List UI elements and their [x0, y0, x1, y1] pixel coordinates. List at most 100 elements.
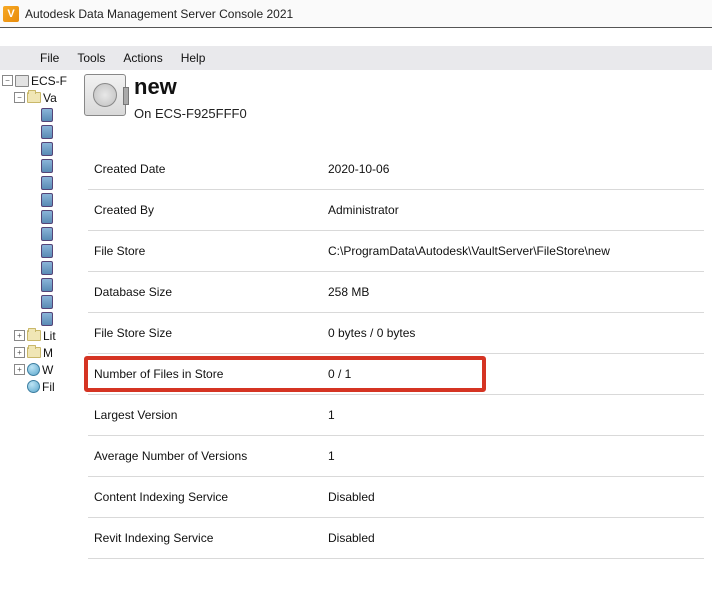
spacer-icon	[28, 296, 39, 307]
collapse-icon[interactable]: −	[2, 75, 13, 86]
page-title: new	[134, 74, 247, 100]
tree-item[interactable]	[0, 191, 78, 208]
vault-db-icon	[41, 125, 53, 139]
globe-icon	[27, 363, 40, 376]
app-icon: V	[3, 6, 19, 22]
tree-vaults[interactable]: − Va	[0, 89, 78, 106]
property-label: Largest Version	[88, 408, 328, 422]
vault-db-icon	[41, 159, 53, 173]
expand-icon[interactable]: +	[14, 364, 25, 375]
tree-libraries-label: Lit	[43, 329, 56, 343]
property-value: 1	[328, 449, 704, 463]
tree-item[interactable]	[0, 123, 78, 140]
tree-workflow-label: W	[42, 363, 53, 377]
tree-item[interactable]	[0, 106, 78, 123]
tree-item[interactable]	[0, 157, 78, 174]
spacer-icon	[28, 313, 39, 324]
titlebar: V Autodesk Data Management Server Consol…	[0, 0, 712, 28]
spacer-icon	[28, 160, 39, 171]
spacer-icon	[28, 211, 39, 222]
expand-icon[interactable]: +	[14, 330, 25, 341]
spacer-icon	[28, 245, 39, 256]
toolbar-spacer	[0, 28, 712, 46]
tree-item[interactable]	[0, 310, 78, 327]
property-row: Revit Indexing ServiceDisabled	[88, 518, 704, 559]
property-value: Disabled	[328, 531, 704, 545]
page-subtitle: On ECS-F925FFF0	[134, 106, 247, 121]
spacer-icon	[28, 143, 39, 154]
property-row: Database Size258 MB	[88, 272, 704, 313]
property-value: C:\ProgramData\Autodesk\VaultServer\File…	[328, 244, 704, 258]
vault-icon	[84, 74, 126, 116]
property-row: Number of Files in Store0 / 1	[88, 354, 704, 395]
spacer-icon	[28, 177, 39, 188]
title-stack: new On ECS-F925FFF0	[134, 74, 247, 121]
tree-workflow[interactable]: + W	[0, 361, 78, 378]
properties-list: Created Date2020-10-06Created ByAdminist…	[84, 149, 712, 559]
property-label: Created Date	[88, 162, 328, 176]
vault-db-icon	[41, 261, 53, 275]
vault-db-icon	[41, 108, 53, 122]
property-label: Database Size	[88, 285, 328, 299]
property-row: Created Date2020-10-06	[88, 149, 704, 190]
property-row: Content Indexing ServiceDisabled	[88, 477, 704, 518]
vault-db-icon	[41, 210, 53, 224]
spacer-icon	[28, 109, 39, 120]
property-label: Revit Indexing Service	[88, 531, 328, 545]
spacer-icon	[28, 194, 39, 205]
spacer-icon	[28, 279, 39, 290]
collapse-icon[interactable]: −	[14, 92, 25, 103]
tree-item[interactable]	[0, 174, 78, 191]
property-value: 258 MB	[328, 285, 704, 299]
menu-tools[interactable]: Tools	[69, 48, 113, 68]
server-icon	[15, 75, 29, 87]
tree-item[interactable]	[0, 225, 78, 242]
vault-db-icon	[41, 278, 53, 292]
property-value: 0 / 1	[328, 367, 704, 381]
property-value: 2020-10-06	[328, 162, 704, 176]
property-row: Average Number of Versions1	[88, 436, 704, 477]
menu-help[interactable]: Help	[173, 48, 214, 68]
tree-root[interactable]: − ECS-F	[0, 72, 78, 89]
property-label: File Store Size	[88, 326, 328, 340]
property-label: Created By	[88, 203, 328, 217]
folder-icon	[27, 330, 41, 341]
tree-item[interactable]	[0, 293, 78, 310]
vault-db-icon	[41, 176, 53, 190]
tree-item[interactable]	[0, 208, 78, 225]
property-value: 1	[328, 408, 704, 422]
globe-icon	[27, 380, 40, 393]
tree-management[interactable]: + M	[0, 344, 78, 361]
property-value: Administrator	[328, 203, 704, 217]
property-label: Content Indexing Service	[88, 490, 328, 504]
tree-item[interactable]	[0, 276, 78, 293]
tree-panel: − ECS-F − Va + Lit + M	[0, 70, 78, 614]
property-label: Number of Files in Store	[88, 367, 328, 381]
content-panel: new On ECS-F925FFF0 Created Date2020-10-…	[78, 70, 712, 614]
folder-icon	[27, 92, 41, 103]
expand-icon[interactable]: +	[14, 347, 25, 358]
tree-root-label: ECS-F	[31, 74, 67, 88]
property-label: Average Number of Versions	[88, 449, 328, 463]
tree-libraries[interactable]: + Lit	[0, 327, 78, 344]
tree-item[interactable]	[0, 140, 78, 157]
property-value: Disabled	[328, 490, 704, 504]
tree-files-label: Fil	[42, 380, 55, 394]
menu-actions[interactable]: Actions	[115, 48, 170, 68]
header-block: new On ECS-F925FFF0	[84, 74, 712, 121]
property-value: 0 bytes / 0 bytes	[328, 326, 704, 340]
property-row: Created ByAdministrator	[88, 190, 704, 231]
window-title: Autodesk Data Management Server Console …	[25, 7, 293, 21]
vault-db-icon	[41, 244, 53, 258]
tree-item[interactable]	[0, 242, 78, 259]
vault-db-icon	[41, 142, 53, 156]
property-row: File Store Size0 bytes / 0 bytes	[88, 313, 704, 354]
property-row: Largest Version1	[88, 395, 704, 436]
menu-file[interactable]: File	[32, 48, 67, 68]
vault-db-icon	[41, 193, 53, 207]
spacer-icon	[28, 262, 39, 273]
property-row: File StoreC:\ProgramData\Autodesk\VaultS…	[88, 231, 704, 272]
spacer-icon	[14, 381, 25, 392]
tree-item[interactable]	[0, 259, 78, 276]
tree-files[interactable]: Fil	[0, 378, 78, 395]
